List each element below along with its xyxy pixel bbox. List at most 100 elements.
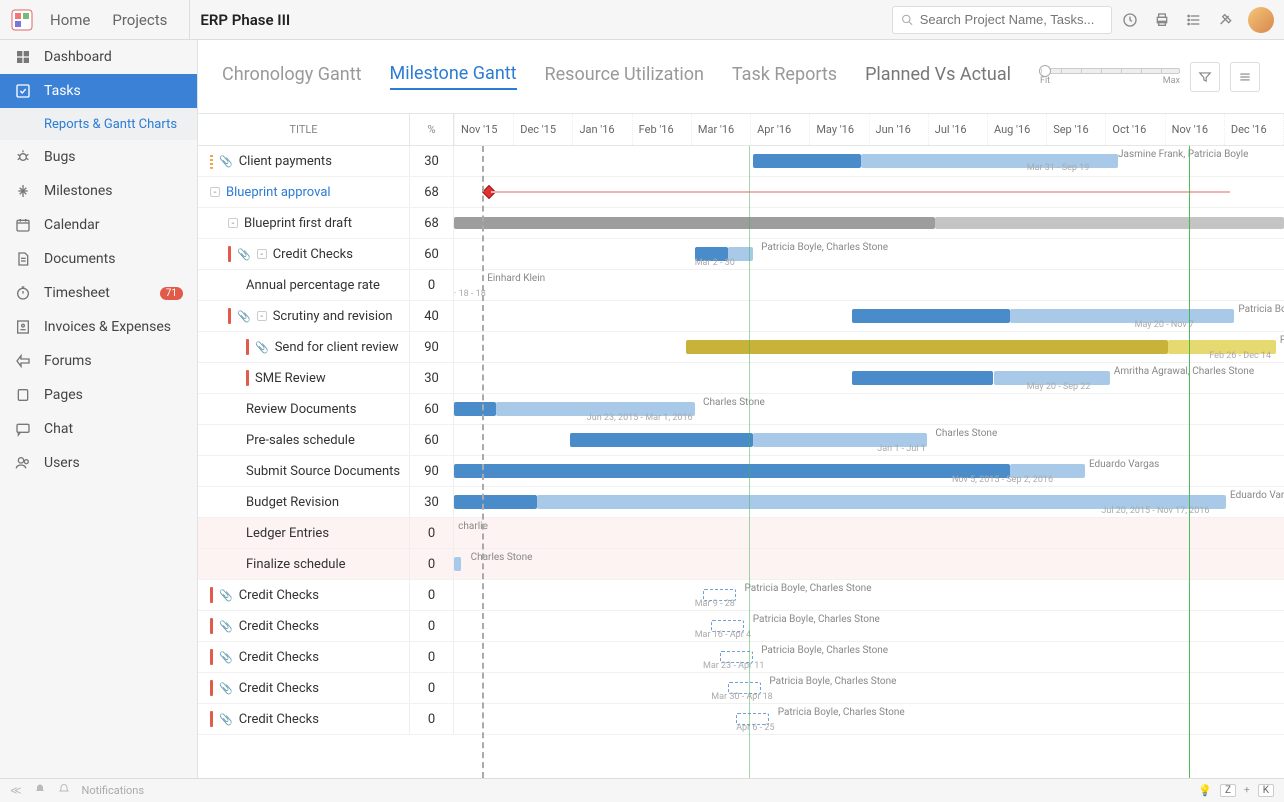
timeline-cell: Eduardo VargasNov 5, 2015 - Sep 2, 2016 xyxy=(454,456,1284,486)
gantt-row[interactable]: Ledger Entries0charlie xyxy=(198,518,1284,549)
gantt-row[interactable]: Submit Source Documents 90Eduardo VargasN… xyxy=(198,456,1284,487)
gantt-bar[interactable] xyxy=(686,340,1167,354)
milestone-icon xyxy=(14,182,32,200)
timeline-cell: Patricia Boyle, Charles Stone Apr 6 - 25 xyxy=(454,704,1284,734)
bar-dates: Apr 6 - 25 xyxy=(736,723,774,733)
print-icon[interactable] xyxy=(1148,6,1176,34)
timeline-cell: Charles StoneJun 23, 2015 - Mar 1, 2016 xyxy=(454,394,1284,424)
gantt-row[interactable]: 📎Credit Checks0Patricia Boyle, Charles S… xyxy=(198,642,1284,673)
gantt-row[interactable]: 📎Send for client review90FathinFeb 26 - … xyxy=(198,332,1284,363)
gantt-row[interactable]: 📎Credit Checks0Patricia Boyle, Charles S… xyxy=(198,673,1284,704)
gantt-row[interactable]: Review Documents60Charles StoneJun 23, 2… xyxy=(198,394,1284,425)
task-title: Credit Checks xyxy=(239,681,319,696)
pct-cell: 0 xyxy=(410,642,454,672)
recent-icon[interactable] xyxy=(1116,6,1144,34)
gantt-row[interactable]: Budget Revision30Eduardo VargasJul 20, 2… xyxy=(198,487,1284,518)
sidebar-item-label: Invoices & Expenses xyxy=(44,319,171,335)
task-title: Annual percentage rate xyxy=(246,278,380,293)
expand-toggle[interactable]: - xyxy=(257,311,267,321)
gantt-body[interactable]: 📎Client payments30Jasmine Frank, Patrici… xyxy=(198,146,1284,778)
topbar: Home Projects ERP Phase III xyxy=(0,0,1284,40)
gantt-bar[interactable] xyxy=(454,495,537,509)
sidebar-item-calendar[interactable]: Calendar xyxy=(0,208,197,242)
gantt-row[interactable]: 📎Credit Checks0Patricia Boyle, Charles S… xyxy=(198,580,1284,611)
sidebar-item-milestone[interactable]: Milestones xyxy=(0,174,197,208)
month-header: Feb '16 xyxy=(633,114,692,145)
mute-icon[interactable] xyxy=(34,783,46,798)
timeline-cell xyxy=(454,208,1284,238)
sidebar-item-bug[interactable]: Bugs xyxy=(0,140,197,174)
gantt-bar[interactable] xyxy=(852,309,1010,323)
tab-resource[interactable]: Resource Utilization xyxy=(545,64,704,89)
gantt-row[interactable]: 📎Client payments30Jasmine Frank, Patrici… xyxy=(198,146,1284,177)
bar-label: Patricia Boyle, Charles Stone xyxy=(778,707,905,718)
expand-toggle[interactable]: - xyxy=(210,187,220,197)
settings-icon[interactable] xyxy=(1212,6,1240,34)
nav-projects[interactable]: Projects xyxy=(112,11,167,29)
gantt-bar[interactable] xyxy=(570,433,753,447)
month-header: Mar '16 xyxy=(692,114,751,145)
bar-label: Charles Stone xyxy=(471,552,533,563)
sidebar-item-label: Calendar xyxy=(44,217,100,233)
sidebar-item-tasks[interactable]: Tasks xyxy=(0,74,197,108)
gantt-row[interactable]: Annual percentage rate0Einhard Klein· 18… xyxy=(198,270,1284,301)
filter-button[interactable] xyxy=(1190,62,1220,92)
user-avatar[interactable] xyxy=(1248,7,1274,33)
gantt-row[interactable]: Pre-sales schedule60Charles StoneJan 1 -… xyxy=(198,425,1284,456)
zoom-slider[interactable]: FitMax xyxy=(1040,68,1180,86)
gantt-row[interactable]: 📎Credit Checks0Patricia Boyle, Charles S… xyxy=(198,704,1284,735)
notifications-label[interactable]: Notifications xyxy=(82,784,145,797)
gantt-row[interactable]: SME Review30Amritha Agrawal, Charles Sto… xyxy=(198,363,1284,394)
sidebar-item-users[interactable]: Users xyxy=(0,446,197,480)
sidebar-item-forums[interactable]: Forums xyxy=(0,344,197,378)
task-title: Submit Source Documents xyxy=(246,464,400,479)
pct-cell: 90 xyxy=(410,332,454,362)
nav-home[interactable]: Home xyxy=(50,11,90,29)
tasks-icon xyxy=(14,82,32,100)
gantt-bar[interactable] xyxy=(454,402,496,416)
tab-planned-vs-actual[interactable]: Planned Vs Actual xyxy=(865,64,1011,89)
gantt-row[interactable]: 📎-Scrutiny and revision40Patricia BoyleM… xyxy=(198,301,1284,332)
gantt-bar[interactable] xyxy=(454,557,461,571)
bar-label: Einhard Klein xyxy=(487,273,545,284)
sidebar-item-timer[interactable]: Timesheet71 xyxy=(0,276,197,310)
tab-milestone[interactable]: Milestone Gantt xyxy=(390,63,517,90)
list-icon[interactable] xyxy=(1180,6,1208,34)
gantt-bar[interactable] xyxy=(1010,309,1234,323)
timer-icon xyxy=(14,284,32,302)
menu-button[interactable] xyxy=(1230,62,1260,92)
gantt-bar[interactable] xyxy=(454,217,935,229)
expand-toggle[interactable]: - xyxy=(257,249,267,259)
bulb-icon[interactable]: 💡 xyxy=(1198,784,1212,797)
gantt-row[interactable]: 📎Credit Checks0Patricia Boyle, Charles S… xyxy=(198,611,1284,642)
sidebar-item-dashboard[interactable]: Dashboard xyxy=(0,40,197,74)
priority-indicator xyxy=(228,308,231,324)
pct-cell: 0 xyxy=(410,611,454,641)
gantt-row[interactable]: Finalize schedule0Charles Stone xyxy=(198,549,1284,580)
search-input[interactable] xyxy=(920,12,1103,27)
gantt-bar[interactable] xyxy=(852,371,993,385)
sidebar-item-chat[interactable]: Chat xyxy=(0,412,197,446)
pct-cell: 90 xyxy=(410,456,454,486)
search-box[interactable] xyxy=(892,6,1112,34)
collapse-icon[interactable]: ≪ xyxy=(10,784,22,797)
tab-task-reports[interactable]: Task Reports xyxy=(732,64,837,89)
gantt-row[interactable]: -Blueprint approval68 xyxy=(198,177,1284,208)
sidebar-item-docs[interactable]: Documents xyxy=(0,242,197,276)
gantt-row[interactable]: -Blueprint first draft68 xyxy=(198,208,1284,239)
expand-toggle[interactable]: - xyxy=(228,218,238,228)
month-header: Jun '16 xyxy=(870,114,929,145)
gantt-bar[interactable] xyxy=(454,464,1010,478)
attachment-icon: 📎 xyxy=(237,248,251,261)
gantt-bar[interactable] xyxy=(935,217,1284,229)
gantt-bar[interactable] xyxy=(753,154,861,168)
gantt-row[interactable]: 📎-Credit Checks60Patricia Boyle, Charles… xyxy=(198,239,1284,270)
sidebar-sub-reports[interactable]: Reports & Gantt Charts xyxy=(0,108,197,140)
sidebar-item-invoice[interactable]: Invoices & Expenses xyxy=(0,310,197,344)
sidebar-item-pages[interactable]: Pages xyxy=(0,378,197,412)
tab-chronology[interactable]: Chronology Gantt xyxy=(222,64,362,89)
timeline-cell: Charles Stone xyxy=(454,549,1284,579)
sidebar-item-label: Users xyxy=(44,455,80,471)
bar-label: Patricia Boyle, Charles Stone xyxy=(761,645,888,656)
bell-icon[interactable] xyxy=(58,783,70,798)
